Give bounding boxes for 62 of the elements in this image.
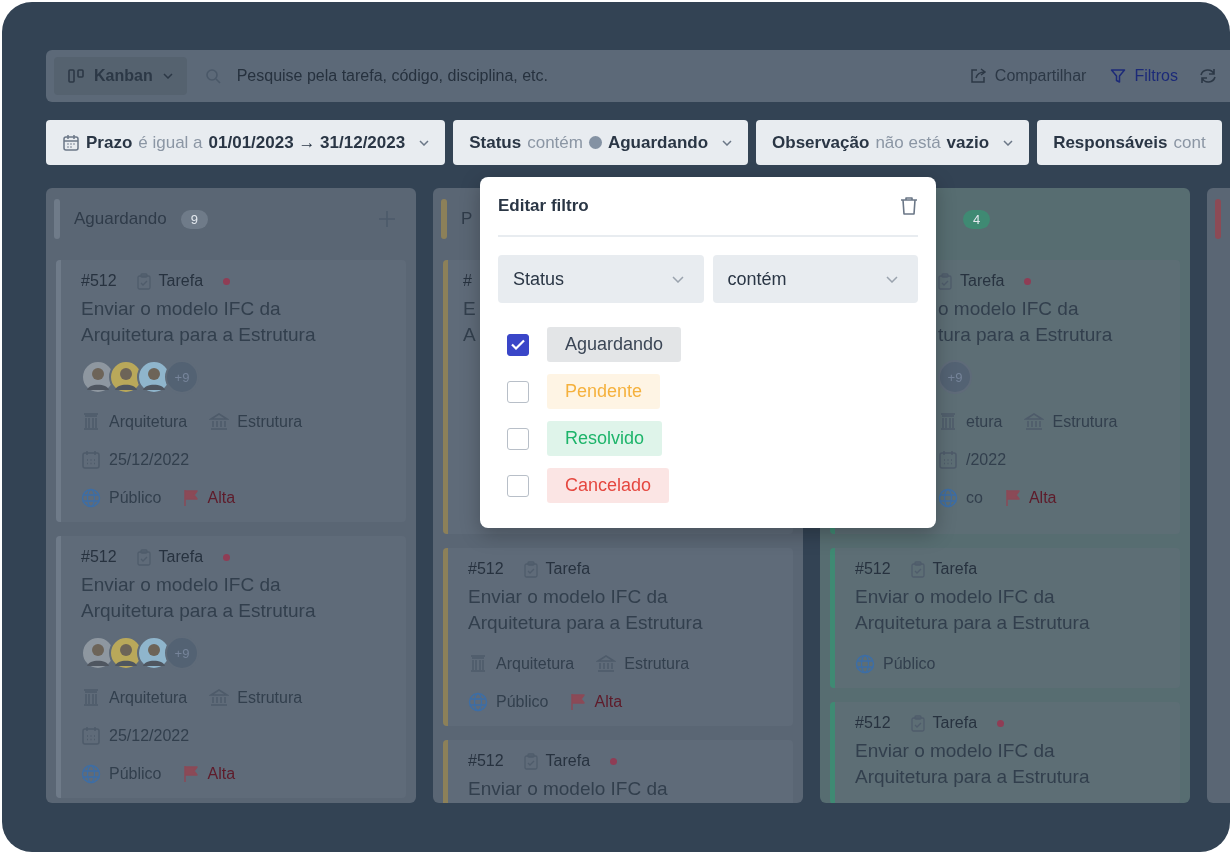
caret-icon bbox=[671, 275, 684, 283]
globe-icon bbox=[81, 764, 101, 784]
status-tag: Pendente bbox=[547, 374, 661, 409]
globe-icon bbox=[938, 488, 958, 508]
task-code: #512 bbox=[468, 560, 504, 578]
priority-label: Alta bbox=[207, 765, 236, 783]
trash-icon[interactable] bbox=[900, 196, 918, 216]
status-tag: Resolvido bbox=[547, 421, 663, 456]
status-tag: Aguardando bbox=[547, 327, 682, 362]
search-field[interactable]: Pesquise pela tarefa, código, disciplina, etc. bbox=[234, 66, 953, 86]
flag-icon bbox=[1004, 489, 1021, 507]
task-type: Tarefa bbox=[932, 560, 978, 578]
caret-icon bbox=[1003, 139, 1014, 146]
field-select[interactable]: Status bbox=[498, 255, 704, 303]
globe-icon bbox=[81, 488, 101, 508]
globe-icon bbox=[855, 654, 875, 674]
task-type: Tarefa bbox=[545, 560, 591, 578]
filter-chip[interactable]: Status contém Aguardando bbox=[453, 120, 749, 165]
flag-icon bbox=[183, 765, 200, 783]
task-type: Tarefa bbox=[932, 714, 978, 732]
filter-icon bbox=[1110, 68, 1127, 84]
filter-chip[interactable]: Observação não está vazio bbox=[756, 120, 1030, 165]
clipboard-icon bbox=[938, 272, 952, 290]
calendar-icon bbox=[62, 133, 80, 152]
caret-icon bbox=[419, 139, 430, 146]
caret-icon bbox=[162, 73, 173, 79]
operator-select[interactable]: contém bbox=[712, 255, 918, 303]
kanban-icon bbox=[68, 69, 84, 83]
share-icon bbox=[968, 67, 987, 85]
popup-title: Editar filtro bbox=[498, 196, 589, 216]
status-tag: Cancelado bbox=[547, 468, 670, 503]
priority-label: Alta bbox=[207, 489, 236, 507]
status-dot bbox=[588, 136, 602, 149]
checkbox[interactable] bbox=[507, 380, 529, 403]
count-badge: 4 bbox=[963, 209, 991, 229]
priority-label: Alta bbox=[1028, 489, 1057, 507]
priority-label: Alta bbox=[594, 693, 623, 711]
checkbox[interactable] bbox=[507, 427, 529, 450]
flag-icon bbox=[570, 693, 587, 711]
checkbox[interactable] bbox=[507, 474, 529, 497]
task-type: Tarefa bbox=[960, 272, 1005, 290]
caret-icon bbox=[886, 275, 898, 283]
task-type: Tarefa bbox=[158, 272, 204, 290]
task-type: Tarefa bbox=[545, 752, 591, 770]
task-code: # bbox=[463, 272, 472, 290]
filter-button[interactable]: Filtros bbox=[1102, 67, 1186, 85]
flag-icon bbox=[183, 489, 200, 507]
task-code: #512 bbox=[81, 272, 117, 290]
calendar-icon bbox=[938, 450, 958, 470]
task-code: #512 bbox=[81, 548, 117, 566]
globe-icon bbox=[468, 692, 488, 712]
task-code: #512 bbox=[468, 752, 504, 770]
filter-chip[interactable]: Prazo é igual a 01/01/2023 → 31/12/2023 bbox=[46, 120, 446, 165]
checkbox[interactable] bbox=[507, 333, 529, 356]
caret-icon bbox=[722, 139, 733, 146]
task-type: Tarefa bbox=[158, 548, 204, 566]
checkmark-icon bbox=[511, 339, 525, 350]
refresh-icon bbox=[1198, 67, 1218, 85]
filter-chip[interactable]: Responsáveis cont bbox=[1037, 120, 1222, 165]
count-badge: 9 bbox=[180, 209, 208, 229]
task-code: #512 bbox=[855, 714, 891, 732]
task-code: #512 bbox=[855, 560, 891, 578]
